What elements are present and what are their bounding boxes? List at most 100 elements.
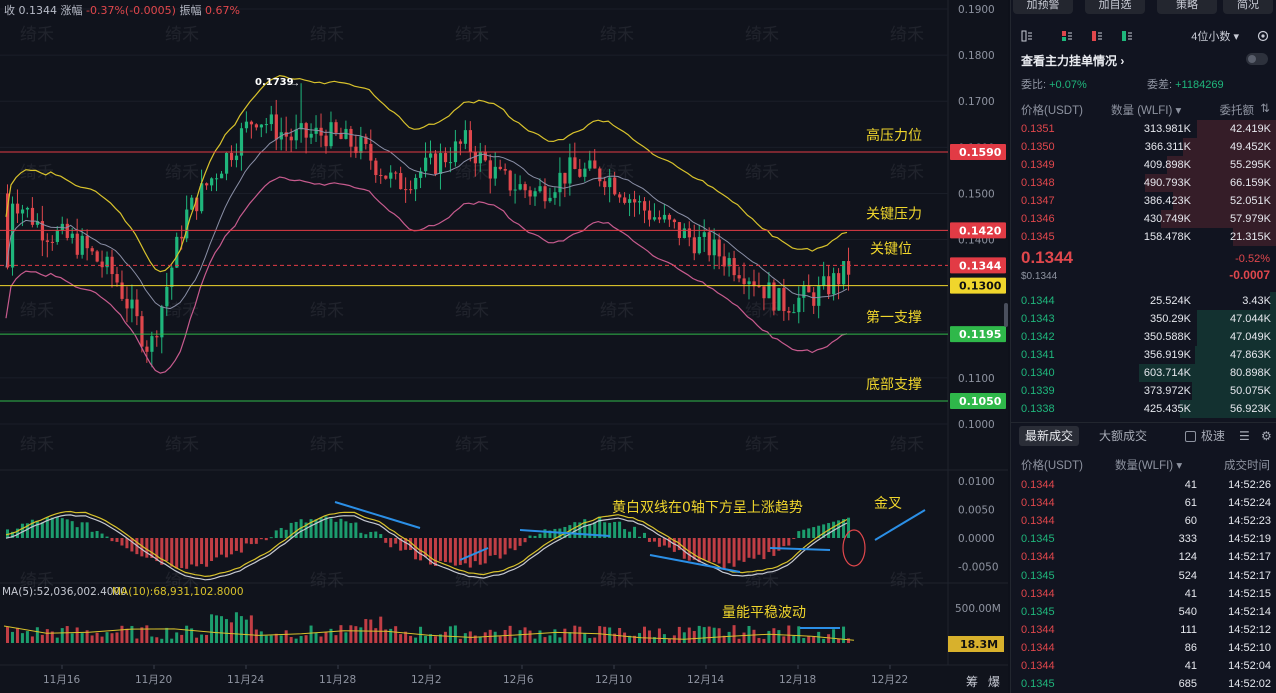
trade-qty: 333 <box>1178 533 1197 546</box>
bid-qty: 350.29K <box>1150 313 1191 325</box>
date-axis-label: 12月14 <box>687 674 725 686</box>
trades-qty-header[interactable]: 数量(WLFI) ▾ <box>1115 457 1182 473</box>
overview-button[interactable]: 简况 <box>1223 0 1273 14</box>
candle-body <box>667 214 672 220</box>
volume-bar <box>224 619 228 643</box>
volume-bar <box>802 638 806 643</box>
macd-bar <box>523 538 527 543</box>
list-icon[interactable]: ☰ <box>1239 426 1250 446</box>
orderbook-title-link[interactable]: 查看主力挂单情况 › <box>1021 52 1124 69</box>
candle-body <box>284 132 288 137</box>
macd-bar <box>732 538 736 567</box>
macd-bar <box>543 529 547 538</box>
trade-qty: 41 <box>1184 587 1197 600</box>
volume-bar <box>792 635 796 643</box>
bid-row[interactable]: 0.1339 373.972K 50.075K <box>1011 382 1276 400</box>
macd-bar <box>623 529 627 538</box>
macd-bar <box>513 538 517 551</box>
volume-bar <box>787 625 791 643</box>
bid-amount: 47.044K <box>1230 313 1271 325</box>
ask-row[interactable]: 0.1348 490.793K 66.159K <box>1011 174 1276 192</box>
macd-bar <box>757 538 761 555</box>
view-bids-icon[interactable] <box>1091 30 1103 42</box>
tab-large-trades[interactable]: 大额成交 <box>1099 426 1147 446</box>
candle-body <box>692 237 696 254</box>
ask-row[interactable]: 0.1349 409.898K 55.295K <box>1011 156 1276 174</box>
ask-row[interactable]: 0.1347 386.423K 52.051K <box>1011 192 1276 210</box>
macd-bar <box>712 538 716 563</box>
main-orders-toggle[interactable] <box>1246 53 1268 65</box>
trade-row: 0.1344 124 14:52:17 <box>1011 549 1276 567</box>
macd-bar <box>120 538 124 546</box>
macd-bar <box>443 538 447 563</box>
macd-bar <box>185 538 189 569</box>
candle-body <box>762 286 766 299</box>
ask-row[interactable]: 0.1345 158.478K 21.315K <box>1011 228 1276 246</box>
ask-row[interactable]: 0.1350 366.311K 49.452K <box>1011 138 1276 156</box>
candle-body <box>638 201 642 203</box>
volume-bar <box>568 632 572 643</box>
chart-area[interactable]: 0.19000.18000.17000.16000.15000.14000.12… <box>0 0 1008 693</box>
macd-bar <box>130 538 134 552</box>
macd-bar <box>200 538 204 565</box>
volume-bar <box>264 635 268 643</box>
bid-row[interactable]: 0.1340 603.714K 80.898K <box>1011 364 1276 382</box>
macd-bar <box>458 538 462 565</box>
bid-row[interactable]: 0.1341 356.919K 47.863K <box>1011 346 1276 364</box>
view-asks-icon[interactable] <box>1061 30 1073 42</box>
volume-bar <box>185 625 189 643</box>
volume-bar <box>533 638 537 643</box>
view-both-icon[interactable] <box>1021 30 1033 42</box>
trade-price: 0.1344 <box>1021 515 1055 528</box>
chevron-down-icon: ▾ <box>1175 105 1182 117</box>
chevron-down-icon: ▾ <box>1176 460 1183 472</box>
bid-diff-label: 委差: <box>1147 79 1173 91</box>
gear-icon[interactable]: ⚙ <box>1261 426 1272 446</box>
chevron-right-icon: › <box>1120 54 1125 68</box>
orderbook-qty-header[interactable]: 数量 (WLFI) ▾ <box>1111 102 1181 118</box>
ask-qty: 490.793K <box>1143 177 1191 189</box>
level-price-label: 0.1590 <box>959 146 1002 159</box>
volume-bar <box>772 628 776 643</box>
candle-body <box>433 153 438 174</box>
candle-body <box>145 346 149 352</box>
bid-row[interactable]: 0.1344 25.524K 3.43K <box>1011 292 1276 310</box>
decimal-select[interactable]: 4位小数 ▾ <box>1191 28 1239 44</box>
add-alert-button[interactable]: 加预警 <box>1013 0 1073 14</box>
tab-latest-trades[interactable]: 最新成交 <box>1019 426 1080 446</box>
macd-bar <box>284 529 288 538</box>
bid-price: 0.1339 <box>1021 385 1055 397</box>
sort-icon[interactable]: ⇅ <box>1260 101 1270 115</box>
volume-bar <box>319 636 323 643</box>
bid-row[interactable]: 0.1338 425.435K 56.923K <box>1011 400 1276 418</box>
candle-body <box>647 210 652 220</box>
volume-current-label: 18.3M <box>960 638 998 651</box>
ask-row[interactable]: 0.1351 313.981K 42.419K <box>1011 120 1276 138</box>
macd-bar <box>70 521 74 538</box>
volume-bar <box>762 638 766 643</box>
candle-body <box>633 199 637 203</box>
panel-resize-handle[interactable] <box>1004 303 1008 327</box>
volume-bar <box>145 625 149 643</box>
price-chart-svg[interactable]: 0.19000.18000.17000.16000.15000.14000.12… <box>0 0 1008 693</box>
ask-row[interactable]: 0.1346 430.749K 57.979K <box>1011 210 1276 228</box>
bid-row[interactable]: 0.1343 350.29K 47.044K <box>1011 310 1276 328</box>
macd-bar <box>538 533 542 538</box>
view-trades-icon[interactable] <box>1121 30 1133 42</box>
macd-bar <box>812 527 816 538</box>
speed-checkbox[interactable] <box>1185 431 1196 442</box>
bid-row[interactable]: 0.1342 350.588K 47.049K <box>1011 328 1276 346</box>
add-favorite-button[interactable]: 加自选 <box>1085 0 1145 14</box>
volume-bar <box>513 637 517 643</box>
candle-body <box>324 135 328 147</box>
date-axis-label: 11月24 <box>227 674 265 686</box>
level-price-label: 0.1195 <box>959 328 1001 341</box>
macd-bar <box>767 538 771 553</box>
settings-icon[interactable] <box>1257 30 1269 42</box>
trade-qty: 86 <box>1184 641 1197 654</box>
candle-body <box>205 183 209 186</box>
volume-bar <box>155 637 159 643</box>
candle-body <box>80 235 84 255</box>
macd-bar <box>847 517 851 538</box>
strategy-button[interactable]: 策略 <box>1157 0 1217 14</box>
